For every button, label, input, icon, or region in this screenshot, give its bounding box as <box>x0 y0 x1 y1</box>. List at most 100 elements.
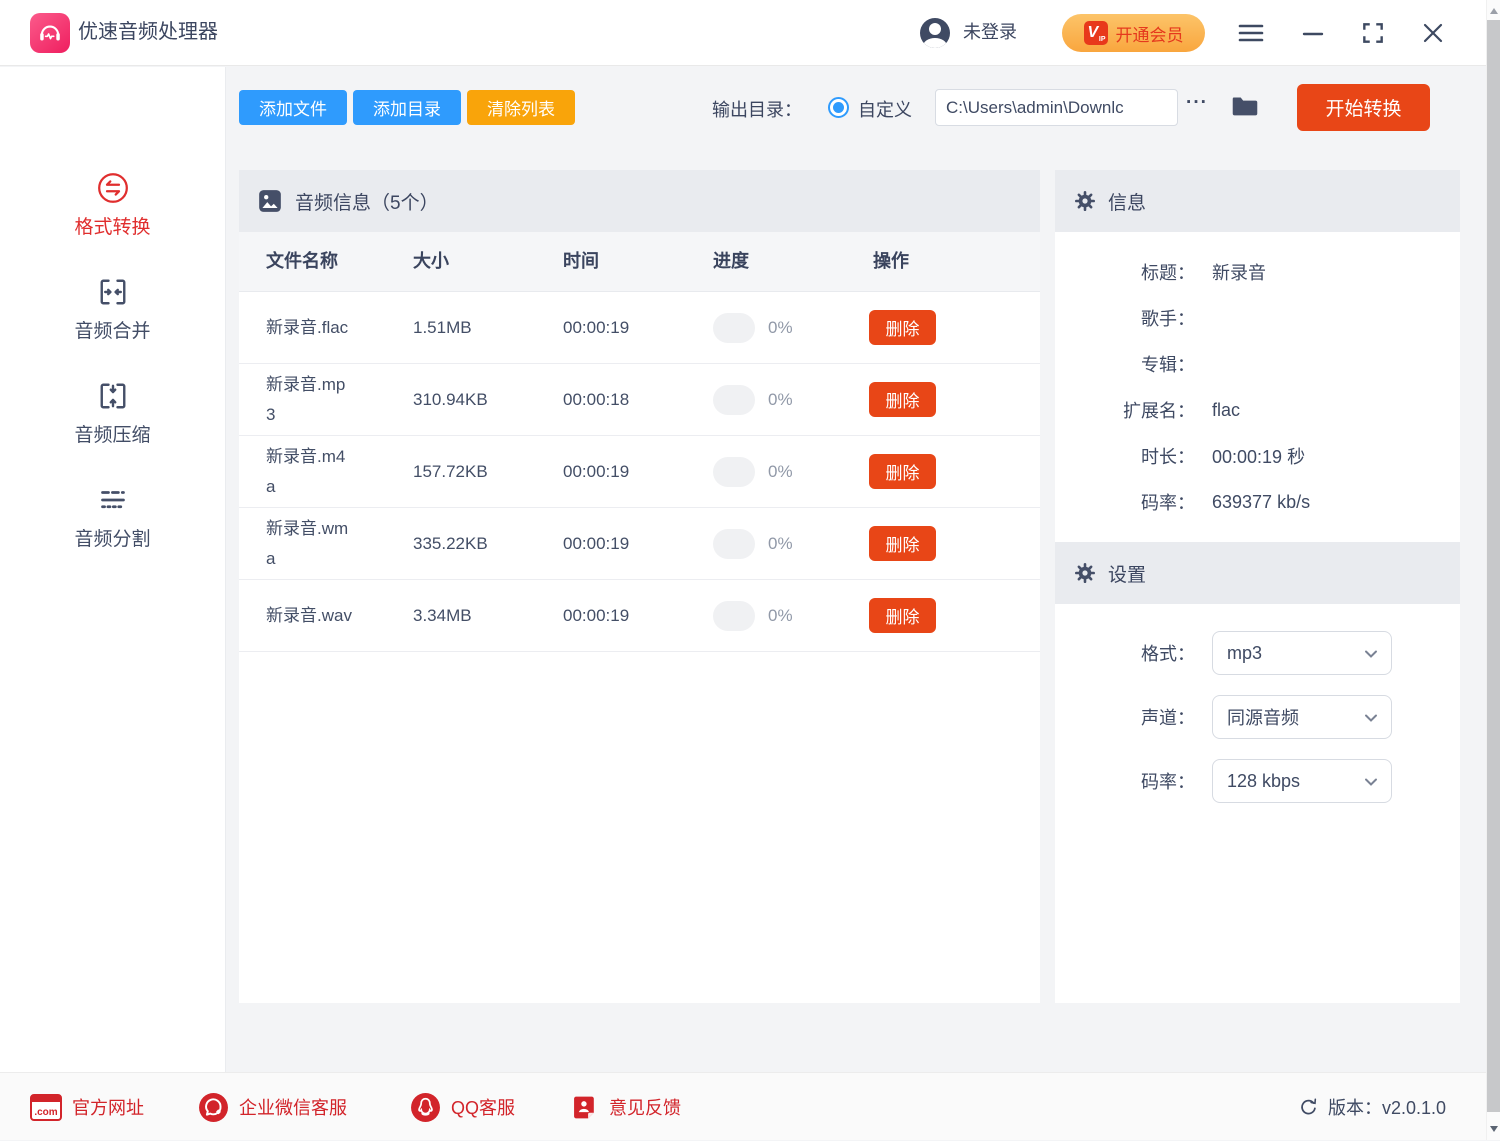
progress-value: 0% <box>768 292 793 363</box>
delete-button[interactable]: 删除 <box>869 382 936 417</box>
footer: .com 官方网址 企业微信客服 QQ客服 意见反馈 <box>0 1072 1486 1140</box>
progress-pill <box>713 457 755 487</box>
delete-button[interactable]: 删除 <box>869 526 936 561</box>
close-button[interactable] <box>1418 20 1448 46</box>
sidebar: 格式转换 音频合并 音频压缩 <box>0 67 226 1072</box>
wechat-service-link[interactable]: 企业微信客服 <box>198 1073 347 1141</box>
output-path-input[interactable] <box>935 89 1178 126</box>
delete-button[interactable]: 删除 <box>869 454 936 489</box>
website-icon-bar <box>32 1096 60 1102</box>
info-field-artist: 歌手： <box>1055 295 1460 341</box>
settings-panel-header: 设置 <box>1055 542 1460 604</box>
feedback-icon <box>572 1094 599 1121</box>
custom-radio-label[interactable]: 自定义 <box>858 96 912 122</box>
setting-channel: 声道： 同源音频 <box>1055 685 1460 749</box>
vip-button-label: 开通会员 <box>1116 21 1184 46</box>
settings-fields: 格式： mp3 声道： 同源音频 码率： 128 kbps <box>1055 621 1460 813</box>
scroll-down-arrow-icon[interactable] <box>1490 1126 1498 1132</box>
field-value: 新录音 <box>1212 259 1266 285</box>
scroll-up-arrow-icon[interactable] <box>1490 8 1498 14</box>
delete-button[interactable]: 删除 <box>869 310 936 345</box>
audio-split-icon <box>0 482 225 518</box>
field-label: 码率： <box>1055 489 1195 515</box>
footer-link-label: 企业微信客服 <box>239 1094 347 1120</box>
file-name: 新录音.flac <box>266 313 354 343</box>
qq-service-link[interactable]: QQ客服 <box>410 1073 515 1141</box>
file-name: 新录音.wma <box>266 514 354 574</box>
progress-value: 0% <box>768 508 793 579</box>
field-label: 码率： <box>1055 768 1195 794</box>
delete-button[interactable]: 删除 <box>869 598 936 633</box>
audio-compress-icon <box>0 378 225 414</box>
sidebar-item-format-convert[interactable]: 格式转换 <box>0 170 225 239</box>
file-name: 新录音.wav <box>266 601 354 631</box>
file-size: 335.22KB <box>413 508 488 579</box>
table-row[interactable]: 新录音.mp3 310.94KB 00:00:18 0% 删除 <box>239 364 1040 436</box>
table-row[interactable]: 新录音.flac 1.51MB 00:00:19 0% 删除 <box>239 292 1040 364</box>
field-label: 声道： <box>1055 704 1195 730</box>
add-directory-button[interactable]: 添加目录 <box>353 90 461 125</box>
field-label: 格式： <box>1055 640 1195 666</box>
file-size: 3.34MB <box>413 580 472 651</box>
scrollbar[interactable] <box>1486 0 1500 1140</box>
info-field-title: 标题： 新录音 <box>1055 249 1460 295</box>
info-field-duration: 时长： 00:00:19 秒 <box>1055 433 1460 479</box>
file-time: 00:00:19 <box>563 508 629 579</box>
table-row[interactable]: 新录音.m4a 157.72KB 00:00:19 0% 删除 <box>239 436 1040 508</box>
settings-panel-title: 设置 <box>1108 560 1146 587</box>
format-select[interactable]: mp3 <box>1212 631 1392 675</box>
bitrate-select[interactable]: 128 kbps <box>1212 759 1392 803</box>
scrollbar-thumb[interactable] <box>1487 20 1500 1112</box>
add-file-button[interactable]: 添加文件 <box>239 90 347 125</box>
progress-pill <box>713 313 755 343</box>
info-field-album: 专辑： <box>1055 341 1460 387</box>
sidebar-item-audio-merge[interactable]: 音频合并 <box>0 274 225 343</box>
chevron-down-icon <box>1363 646 1379 662</box>
custom-radio[interactable] <box>828 97 849 118</box>
info-panel-title: 信息 <box>1108 188 1146 215</box>
menu-button[interactable] <box>1236 20 1266 46</box>
sidebar-item-audio-compress[interactable]: 音频压缩 <box>0 378 225 447</box>
version-info: 版本：v2.0.1.0 <box>1298 1073 1446 1141</box>
table-row[interactable]: 新录音.wav 3.34MB 00:00:19 0% 删除 <box>239 580 1040 652</box>
info-fields: 标题： 新录音 歌手： 专辑： 扩展名： flac 时长： 00:00:19 秒… <box>1055 232 1460 525</box>
progress-pill <box>713 601 755 631</box>
info-field-extension: 扩展名： flac <box>1055 387 1460 433</box>
folder-icon <box>1230 92 1260 119</box>
vip-button[interactable]: V IP 开通会员 <box>1062 14 1205 52</box>
col-size: 大小 <box>413 232 449 291</box>
file-time: 00:00:19 <box>563 580 629 651</box>
gear-icon <box>1073 189 1097 213</box>
field-label: 歌手： <box>1055 305 1195 331</box>
field-value: 00:00:19 秒 <box>1212 443 1305 469</box>
official-website-link[interactable]: .com 官方网址 <box>30 1073 144 1141</box>
format-convert-icon <box>0 170 225 206</box>
browse-more-button[interactable]: ··· <box>1186 92 1208 114</box>
website-icon: .com <box>30 1094 62 1121</box>
footer-link-label: 官方网址 <box>72 1094 144 1120</box>
field-label: 扩展名： <box>1055 397 1195 423</box>
refresh-icon[interactable] <box>1298 1097 1319 1118</box>
start-convert-button[interactable]: 开始转换 <box>1297 84 1430 131</box>
user-avatar-icon[interactable] <box>920 18 950 48</box>
app-logo-icon <box>30 13 70 53</box>
feedback-link[interactable]: 意见反馈 <box>572 1073 681 1141</box>
titlebar: 优速音频处理器 未登录 V IP 开通会员 <box>0 0 1486 66</box>
progress-value: 0% <box>768 580 793 651</box>
maximize-icon <box>1360 20 1386 46</box>
minimize-button[interactable] <box>1298 20 1328 46</box>
table-row[interactable]: 新录音.wma 335.22KB 00:00:19 0% 删除 <box>239 508 1040 580</box>
open-folder-button[interactable] <box>1230 92 1260 124</box>
footer-link-label: QQ客服 <box>451 1094 515 1120</box>
version-text: 版本：v2.0.1.0 <box>1328 1094 1446 1120</box>
select-value: mp3 <box>1227 643 1262 664</box>
table-column-headers: 文件名称 大小 时间 进度 操作 <box>239 232 1040 292</box>
field-label: 标题： <box>1055 259 1195 285</box>
channel-select[interactable]: 同源音频 <box>1212 695 1392 739</box>
login-status[interactable]: 未登录 <box>963 0 1017 65</box>
sidebar-item-audio-split[interactable]: 音频分割 <box>0 482 225 551</box>
maximize-button[interactable] <box>1358 20 1388 46</box>
clear-list-button[interactable]: 清除列表 <box>467 90 575 125</box>
col-time: 时间 <box>563 232 599 291</box>
file-name: 新录音.m4a <box>266 442 354 502</box>
